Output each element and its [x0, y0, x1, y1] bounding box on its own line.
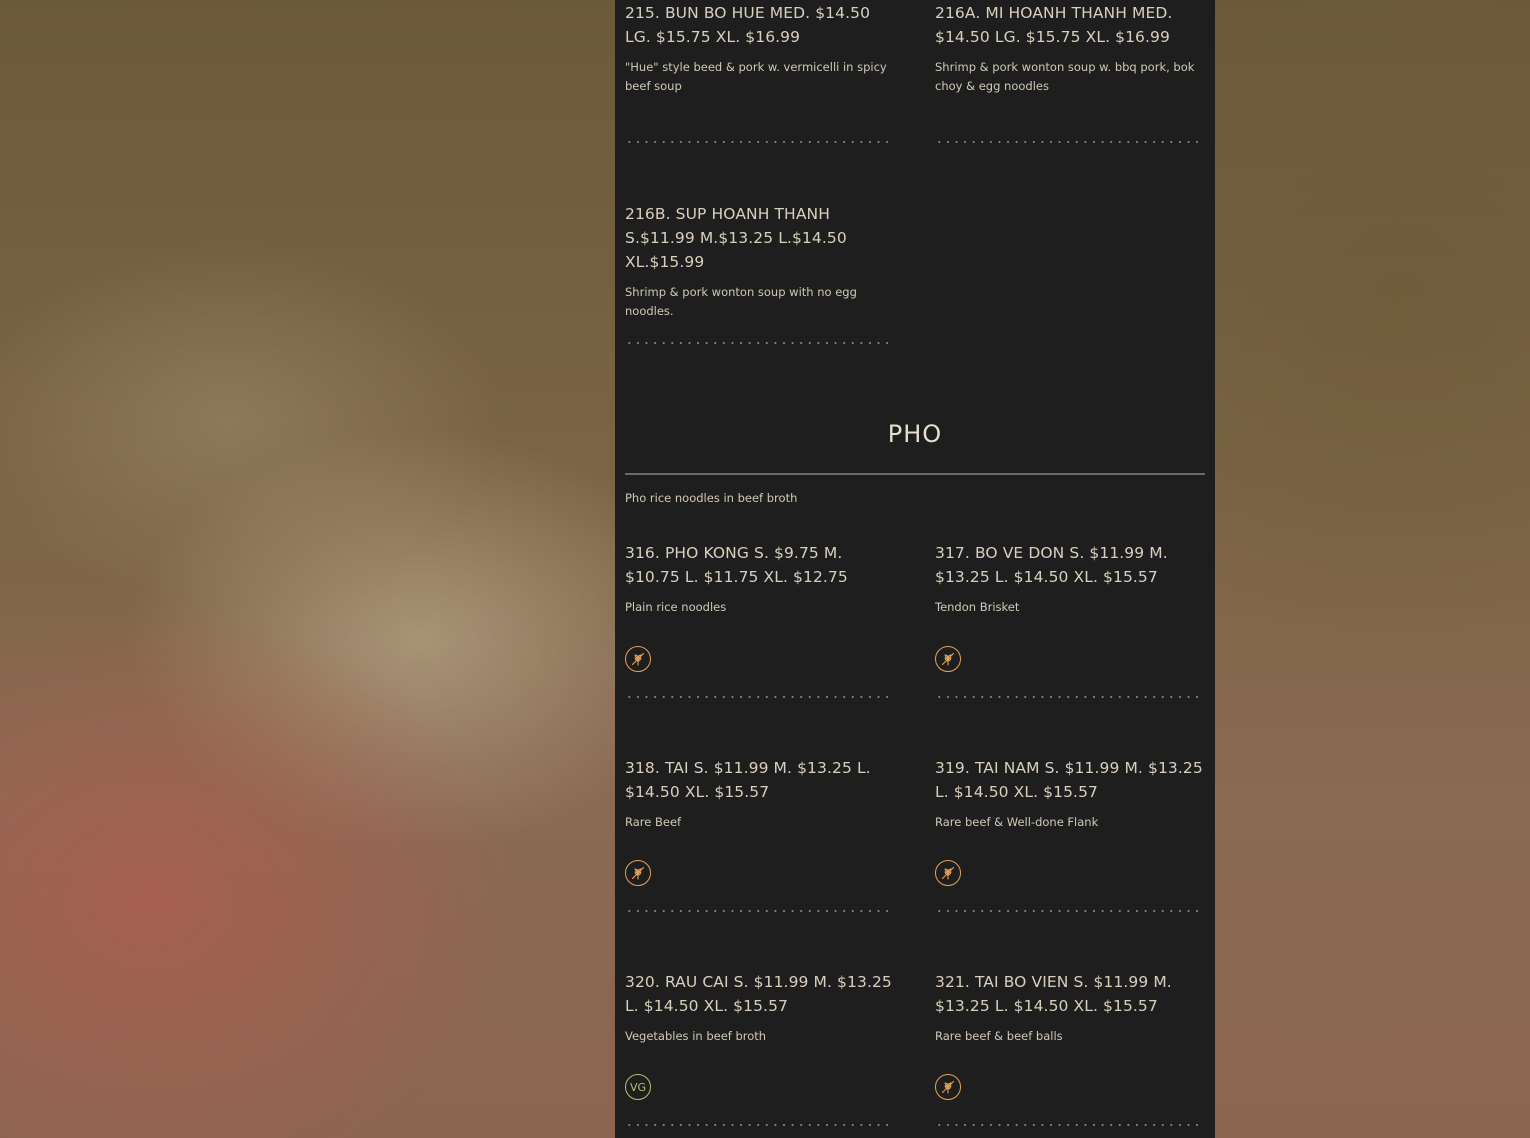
vegan-icon: VG [625, 1074, 651, 1100]
gluten-free-icon [935, 1074, 961, 1100]
dotted-divider [625, 696, 893, 698]
section-divider [625, 473, 1205, 475]
gluten-free-icon [935, 860, 961, 886]
menu-item-320: 320. RAU CAI S. $11.99 M. $13.25 L. $14.… [625, 970, 895, 1046]
dotted-divider [625, 342, 893, 344]
dotted-divider [625, 141, 893, 143]
menu-item-317: 317. BO VE DON S. $11.99 M. $13.25 L. $1… [935, 541, 1205, 617]
menu-item-description: Rare beef & Well-done Flank [935, 815, 1099, 829]
dotted-divider [935, 1124, 1203, 1126]
menu-item-title: 319. TAI NAM S. $11.99 M. $13.25 L. $14.… [935, 759, 1203, 801]
menu-item-215: 215. BUN BO HUE MED. $14.50 LG. $15.75 X… [625, 1, 895, 96]
menu-item-216a: 216A. MI HOANH THANH MED. $14.50 LG. $15… [935, 1, 1205, 96]
section-title: PHO [887, 420, 943, 448]
gluten-free-icon [625, 646, 651, 672]
menu-item-319: 319. TAI NAM S. $11.99 M. $13.25 L. $14.… [935, 756, 1205, 832]
menu-panel: 215. BUN BO HUE MED. $14.50 LG. $15.75 X… [615, 0, 1215, 1138]
menu-item-title: 318. TAI S. $11.99 M. $13.25 L. $14.50 X… [625, 759, 871, 801]
menu-item-description: "Hue" style beed & pork w. vermicelli in… [625, 60, 887, 93]
dotted-divider [935, 696, 1203, 698]
gluten-free-icon [935, 646, 961, 672]
menu-item-216b: 216B. SUP HOANH THANH S.$11.99 M.$13.25 … [625, 202, 895, 321]
menu-item-title: 320. RAU CAI S. $11.99 M. $13.25 L. $14.… [625, 973, 892, 1015]
menu-item-title: 216B. SUP HOANH THANH S.$11.99 M.$13.25 … [625, 205, 847, 271]
section-description: Pho rice noodles in beef broth [625, 491, 798, 505]
menu-item-title: 317. BO VE DON S. $11.99 M. $13.25 L. $1… [935, 544, 1168, 586]
dotted-divider [935, 910, 1203, 912]
gluten-free-icon [625, 860, 651, 886]
menu-item-title: 316. PHO KONG S. $9.75 M. $10.75 L. $11.… [625, 544, 848, 586]
menu-item-description: Tendon Brisket [935, 600, 1020, 614]
menu-item-description: Shrimp & pork wonton soup w. bbq pork, b… [935, 60, 1195, 93]
menu-item-description: Shrimp & pork wonton soup with no egg no… [625, 285, 857, 318]
menu-item-description: Vegetables in beef broth [625, 1029, 767, 1043]
menu-item-description: Plain rice noodles [625, 600, 727, 614]
vegan-badge-label: VG [629, 1080, 647, 1094]
menu-item-title: 215. BUN BO HUE MED. $14.50 LG. $15.75 X… [625, 4, 871, 46]
menu-item-318: 318. TAI S. $11.99 M. $13.25 L. $14.50 X… [625, 756, 895, 832]
dotted-divider [625, 1124, 893, 1126]
menu-item-321: 321. TAI BO VIEN S. $11.99 M. $13.25 L. … [935, 970, 1205, 1046]
dotted-divider [935, 141, 1203, 143]
menu-item-description: Rare beef & beef balls [935, 1029, 1063, 1043]
menu-item-316: 316. PHO KONG S. $9.75 M. $10.75 L. $11.… [625, 541, 895, 617]
menu-item-title: 216A. MI HOANH THANH MED. $14.50 LG. $15… [935, 4, 1173, 46]
dotted-divider [625, 910, 893, 912]
menu-item-description: Rare Beef [625, 815, 682, 829]
menu-item-title: 321. TAI BO VIEN S. $11.99 M. $13.25 L. … [935, 973, 1172, 1015]
